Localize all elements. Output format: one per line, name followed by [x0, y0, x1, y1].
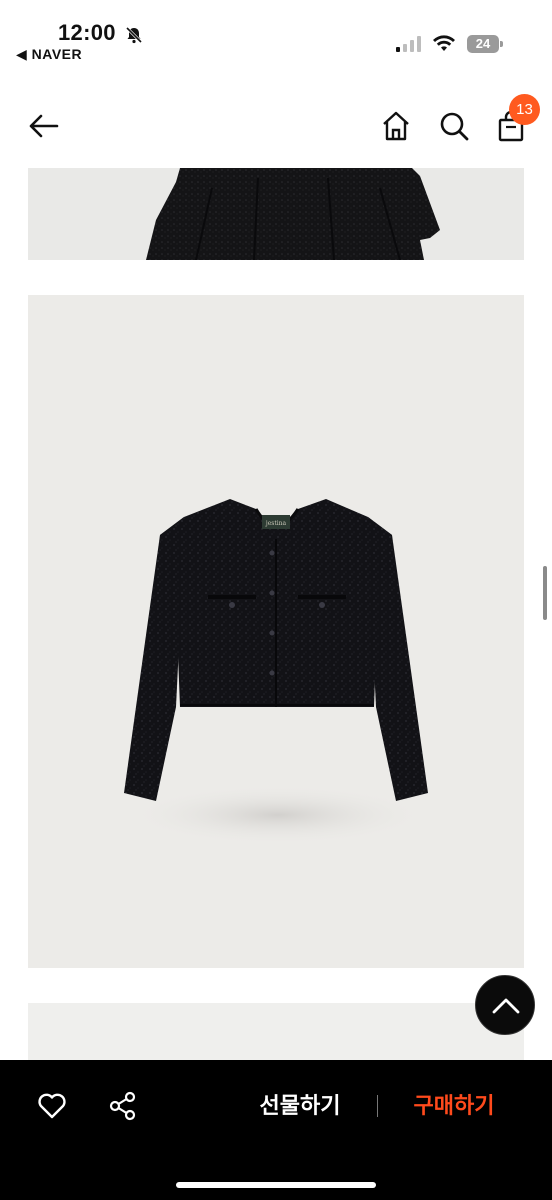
- battery-level: 24: [467, 35, 499, 53]
- arrow-left-icon[interactable]: [26, 108, 62, 144]
- home-indicator[interactable]: [176, 1182, 376, 1188]
- skirt-image: [146, 168, 440, 260]
- cart-count-badge: 13: [509, 94, 540, 125]
- chevron-up-icon: [492, 998, 520, 1014]
- button-divider: [377, 1095, 378, 1117]
- bell-muted-icon: [125, 26, 143, 44]
- status-time: 12:00: [58, 20, 116, 45]
- product-image-next: [28, 1003, 524, 1063]
- wifi-icon: [433, 35, 455, 51]
- home-icon[interactable]: [378, 108, 414, 144]
- search-icon[interactable]: [436, 108, 472, 144]
- battery-indicator: 24: [467, 35, 503, 53]
- back-to-app-link[interactable]: ◀ NAVER: [16, 46, 82, 63]
- gift-button[interactable]: 선물하기: [245, 1090, 355, 1124]
- app-header: [0, 90, 552, 160]
- scroll-to-top-button[interactable]: [475, 975, 535, 1035]
- buy-button[interactable]: 구매하기: [398, 1090, 510, 1124]
- status-bar: 12:00 ◀ NAVER 24: [0, 0, 552, 72]
- scroll-indicator[interactable]: [543, 566, 547, 620]
- jacket-image: jestina: [124, 499, 428, 845]
- battery-tip: [500, 41, 503, 47]
- signal-icon: [396, 36, 421, 52]
- product-image-jacket: jestina: [28, 295, 524, 968]
- product-image-skirt: [28, 168, 524, 260]
- heart-icon[interactable]: [36, 1090, 68, 1122]
- brand-label: jestina: [265, 520, 287, 527]
- bottom-action-bar: 선물하기 구매하기: [0, 1060, 552, 1200]
- share-icon[interactable]: [107, 1090, 139, 1122]
